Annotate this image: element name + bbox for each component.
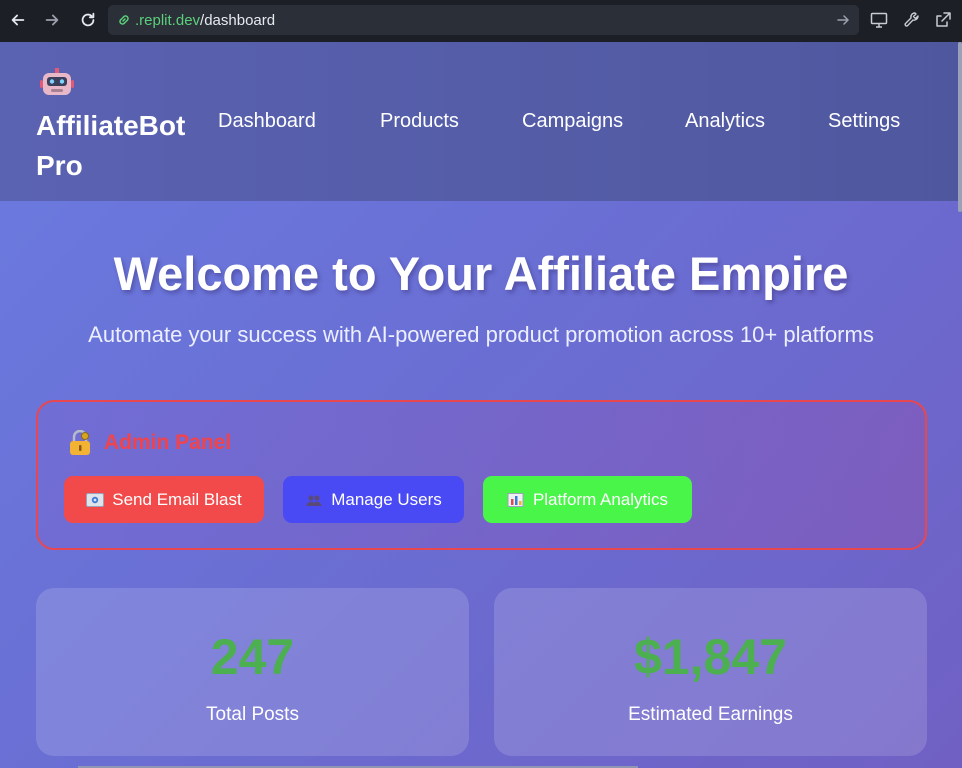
nav-analytics[interactable]: Analytics — [685, 110, 765, 133]
reload-icon — [81, 12, 95, 27]
admin-heading: Admin Panel — [68, 430, 231, 456]
url-domain: .replit.dev — [135, 11, 201, 29]
platform-analytics-button[interactable]: Platform Analytics — [483, 476, 692, 523]
nav-products[interactable]: Products — [380, 110, 459, 133]
brand-name[interactable]: AffiliateBot Pro — [36, 106, 216, 186]
stat-card-estimated-earnings: $1,847 Estimated Earnings — [494, 588, 927, 756]
platform-analytics-label: Platform Analytics — [532, 489, 669, 509]
monitor-icon — [870, 12, 888, 28]
email-icon — [86, 492, 105, 507]
forward-button[interactable] — [41, 9, 63, 31]
link-icon — [119, 15, 129, 25]
lock-key-icon — [70, 430, 90, 455]
manage-users-label: Manage Users — [331, 489, 442, 509]
back-button[interactable] — [7, 9, 29, 31]
hero-title: Welcome to Your Affiliate Empire — [113, 247, 849, 300]
bar-chart-icon — [507, 492, 524, 507]
stat-card-total-posts: 247 Total Posts — [36, 588, 469, 756]
vertical-scrollbar[interactable] — [958, 42, 962, 212]
site-header: AffiliateBot Pro Dashboard Products Camp… — [0, 42, 962, 201]
admin-panel-title: Admin Panel — [104, 431, 232, 454]
arrow-left-icon — [11, 14, 25, 26]
admin-panel: Admin Panel Send Email Blast Manage User… — [36, 400, 927, 550]
stat-label: Estimated Earnings — [628, 704, 793, 725]
page-viewport: AffiliateBot Pro Dashboard Products Camp… — [0, 42, 962, 768]
hero-subtitle: Automate your success with AI-powered pr… — [88, 322, 874, 347]
manage-users-button[interactable]: Manage Users — [283, 476, 464, 523]
reload-button[interactable] — [77, 9, 99, 31]
url-path: /dashboard — [200, 11, 276, 29]
stat-value: 247 — [210, 629, 295, 685]
external-link-icon — [936, 12, 951, 27]
nav-dashboard[interactable]: Dashboard — [218, 110, 316, 133]
arrow-right-icon — [45, 14, 59, 26]
go-arrow-icon[interactable] — [835, 12, 851, 28]
robot-icon — [40, 68, 74, 95]
nav-campaigns[interactable]: Campaigns — [522, 110, 623, 133]
devtools-button[interactable] — [902, 10, 922, 30]
wrench-icon — [904, 12, 919, 27]
send-email-blast-button[interactable]: Send Email Blast — [64, 476, 264, 523]
stat-value: $1,847 — [634, 629, 787, 685]
users-icon — [306, 494, 322, 506]
devices-button[interactable] — [869, 10, 889, 30]
address-bar[interactable]: .replit.dev/dashboard — [108, 5, 859, 35]
browser-toolbar: .replit.dev/dashboard — [0, 0, 962, 42]
open-new-tab-button[interactable] — [933, 10, 953, 30]
stat-label: Total Posts — [206, 704, 299, 725]
nav-settings[interactable]: Settings — [828, 110, 900, 133]
send-email-blast-label: Send Email Blast — [112, 489, 242, 509]
